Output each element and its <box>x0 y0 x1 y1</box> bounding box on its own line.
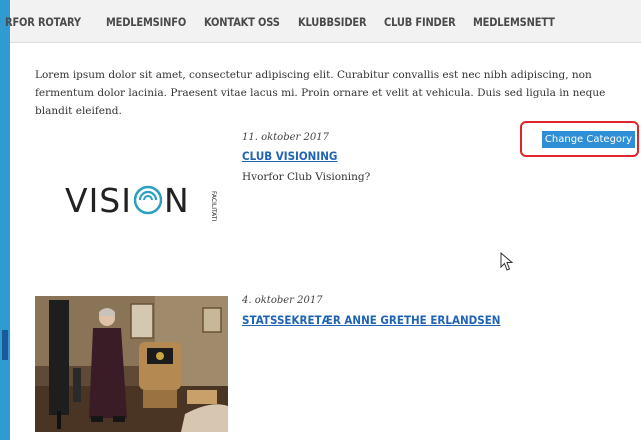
nav-item-klubbsider[interactable]: KLUBBSIDER <box>298 15 367 29</box>
post-title-link[interactable]: CLUB VISIONING <box>242 149 337 163</box>
intro-paragraph: Lorem ipsum dolor sit amet, consectetur … <box>35 69 606 117</box>
post-excerpt: Hvorfor Club Visioning? <box>242 171 371 183</box>
post-title-link[interactable]: STATSSEKRETÆR ANNE GRETHE ERLANDSEN <box>242 313 500 327</box>
frame-scroll-marker <box>2 330 8 360</box>
nav-item-kontakt-oss[interactable]: KONTAKT OSS <box>204 15 280 29</box>
change-category-button[interactable]: Change Category <box>542 131 635 148</box>
nav-item-hvorfor-rotary[interactable]: RFOR ROTARY <box>5 15 81 29</box>
top-navigation: RFOR ROTARY MEDLEMSINFO KONTAKT OSS KLUB… <box>5 0 641 43</box>
post-date: 4. oktober 2017 <box>242 295 323 306</box>
post-date: 11. oktober 2017 <box>242 132 329 143</box>
logo-text-right: N <box>164 181 190 220</box>
nav-item-medlemsnett[interactable]: MEDLEMSNETT <box>473 15 555 29</box>
logo-tagline: FACILITATION <box>210 191 217 221</box>
browser-frame-left <box>0 0 10 440</box>
nav-item-club-finder[interactable]: CLUB FINDER <box>384 15 456 29</box>
nav-item-medlemsinfo[interactable]: MEDLEMSINFO <box>106 15 186 29</box>
mouse-cursor-icon <box>500 252 514 271</box>
swirl-icon <box>133 185 163 215</box>
post-thumbnail-photo[interactable] <box>35 296 228 432</box>
post-thumbnail-vision-logo[interactable]: VISI N FACILITATION <box>35 133 228 263</box>
logo-text-left: VISI <box>65 181 132 220</box>
logo-o-swirl <box>132 181 164 220</box>
change-category-highlight: Change Category <box>520 121 639 157</box>
vision-logo: VISI N <box>65 181 190 220</box>
photo-image <box>35 296 228 432</box>
page: RFOR ROTARY MEDLEMSINFO KONTAKT OSS KLUB… <box>5 0 641 440</box>
